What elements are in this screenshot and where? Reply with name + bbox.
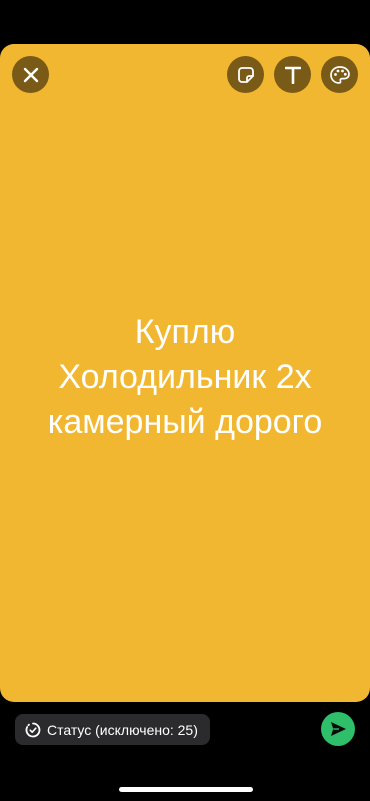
send-button[interactable]	[321, 712, 355, 746]
text-tool-button[interactable]	[274, 56, 311, 93]
privacy-label: Статус (исключено: 25)	[47, 721, 198, 738]
sticker-icon	[237, 66, 255, 84]
status-canvas[interactable]: Куплю Холодильник 2х камерный дорого	[0, 44, 370, 702]
text-icon	[284, 66, 301, 84]
send-icon	[329, 720, 347, 738]
close-icon	[23, 67, 39, 83]
home-indicator[interactable]	[119, 787, 253, 792]
status-text[interactable]: Куплю Холодильник 2х камерный дорого	[0, 310, 370, 445]
palette-icon	[329, 65, 350, 84]
background-color-button[interactable]	[321, 56, 358, 93]
privacy-settings-button[interactable]: Статус (исключено: 25)	[15, 714, 210, 745]
close-button[interactable]	[12, 56, 49, 93]
status-ring-icon	[25, 722, 41, 738]
sticker-button[interactable]	[227, 56, 264, 93]
